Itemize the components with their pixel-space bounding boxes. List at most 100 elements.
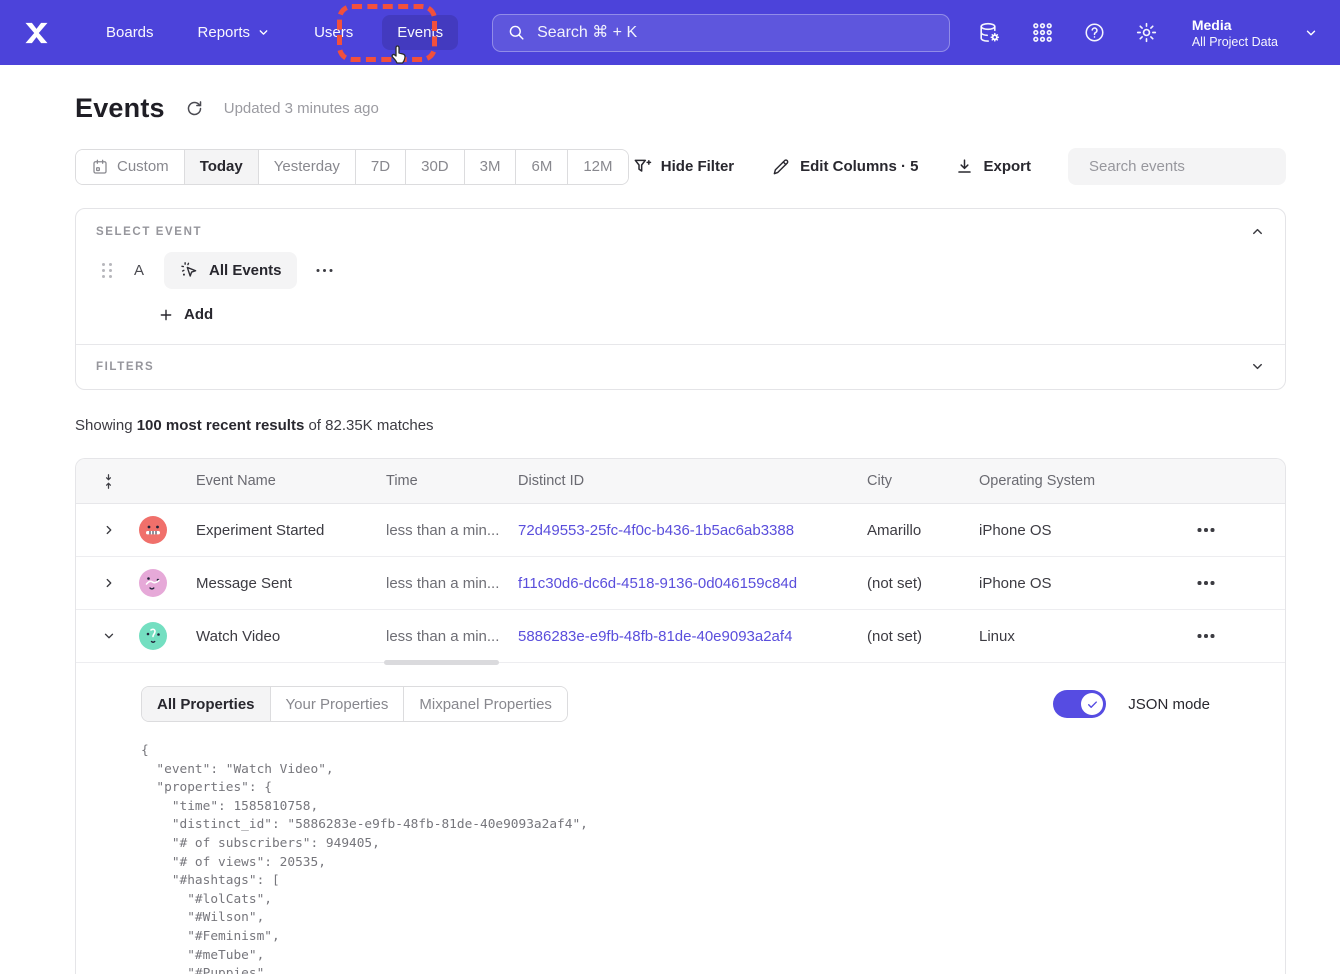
horizontal-scrollbar[interactable] (384, 660, 499, 665)
settings-gear-icon[interactable] (1135, 21, 1158, 44)
nav-item-users[interactable]: Users (299, 15, 368, 50)
hide-filter-button[interactable]: Hide Filter (632, 157, 734, 177)
date-range-label: Custom (117, 158, 169, 175)
plus-icon (158, 307, 174, 323)
primary-nav: Boards Reports Users Events (91, 15, 458, 50)
top-navbar: Boards Reports Users Events (0, 0, 1340, 65)
export-button[interactable]: Export (955, 157, 1031, 176)
main-content: Events Updated 3 minutes ago Custom Toda… (0, 65, 1340, 974)
distinct-id-link[interactable]: 5886283e-e9fb-48fb-81de-40e9093a2af4 (499, 628, 848, 645)
column-header-distinct-id[interactable]: Distinct ID (499, 473, 848, 489)
nav-item-events[interactable]: Events (382, 15, 458, 50)
edit-columns-label: Edit Columns · 5 (800, 158, 918, 175)
tab-mixpanel-properties[interactable]: Mixpanel Properties (404, 687, 567, 721)
table-row: Message Sent less than a min... f11c30d6… (76, 557, 1285, 610)
event-avatar (139, 569, 167, 597)
nav-item-label: Boards (106, 24, 154, 41)
column-header-city[interactable]: City (848, 473, 960, 489)
date-range-3m[interactable]: 3M (465, 150, 517, 184)
event-name-cell: Message Sent (177, 575, 367, 592)
download-icon (955, 157, 974, 176)
filter-icon (632, 157, 652, 177)
date-range-30d[interactable]: 30D (406, 150, 465, 184)
add-event-button[interactable]: Add (158, 306, 1285, 323)
last-updated-text: Updated 3 minutes ago (224, 100, 379, 117)
date-range-12m[interactable]: 12M (568, 150, 627, 184)
column-header-time[interactable]: Time (367, 473, 499, 489)
row-more-options-icon[interactable] (1174, 634, 1285, 638)
table-row: Experiment Started less than a min... 72… (76, 504, 1285, 557)
json-mode-toggle[interactable] (1053, 690, 1106, 718)
expand-row-icon[interactable] (76, 523, 131, 537)
magic-cursor-icon (179, 260, 200, 281)
date-range-6m[interactable]: 6M (516, 150, 568, 184)
collapse-row-icon[interactable] (76, 629, 131, 643)
project-name: Media (1192, 16, 1278, 35)
event-name-cell: Experiment Started (177, 522, 367, 539)
time-cell: less than a min... (367, 575, 499, 592)
event-selection-label: All Events (209, 262, 282, 279)
sort-updown-icon[interactable] (76, 473, 131, 490)
calendar-icon (91, 158, 109, 176)
column-header-event-name[interactable]: Event Name (177, 473, 367, 489)
city-cell: Amarillo (848, 522, 960, 539)
city-cell: (not set) (848, 575, 960, 592)
query-builder-card: SELECT EVENT A All Events Add (75, 208, 1286, 390)
search-icon (507, 23, 526, 42)
date-range-custom[interactable]: Custom (76, 150, 185, 184)
event-more-options-icon[interactable] (319, 265, 331, 277)
select-event-label: SELECT EVENT (96, 226, 202, 238)
project-selector[interactable]: Media All Project Data (1192, 16, 1318, 49)
os-cell: iPhone OS (960, 575, 1174, 592)
nav-item-label: Events (397, 24, 443, 41)
search-events-input[interactable] (1089, 158, 1288, 175)
properties-tabs: All Properties Your Properties Mixpanel … (141, 686, 568, 722)
date-range-yesterday[interactable]: Yesterday (259, 150, 356, 184)
add-label: Add (184, 306, 213, 323)
row-more-options-icon[interactable] (1174, 581, 1285, 585)
apps-grid-icon[interactable] (1031, 21, 1054, 44)
event-selector-button[interactable]: All Events (164, 252, 297, 289)
chevron-down-icon (257, 26, 270, 39)
table-header-row: Event Name Time Distinct ID City Operati… (76, 459, 1285, 504)
nav-item-boards[interactable]: Boards (91, 15, 169, 50)
chevron-down-icon[interactable] (1250, 359, 1265, 374)
date-range-today[interactable]: Today (185, 150, 259, 184)
export-label: Export (983, 158, 1031, 175)
os-cell: Linux (960, 628, 1174, 645)
expand-row-icon[interactable] (76, 576, 131, 590)
date-range-7d[interactable]: 7D (356, 150, 406, 184)
date-range-selector: Custom Today Yesterday 7D 30D 3M 6M 12M (75, 149, 629, 185)
tab-your-properties[interactable]: Your Properties (271, 687, 405, 721)
event-json-content: { "event": "Watch Video", "properties": … (141, 742, 1265, 974)
global-search-input[interactable] (537, 24, 935, 42)
drag-handle[interactable] (102, 263, 113, 279)
global-search (492, 14, 950, 52)
distinct-id-link[interactable]: f11c30d6-dc6d-4518-9136-0d046159c84d (499, 575, 848, 592)
mixpanel-logo-icon[interactable] (24, 22, 49, 44)
help-icon[interactable] (1083, 21, 1106, 44)
project-scope: All Project Data (1192, 35, 1278, 49)
results-summary: Showing 100 most recent results of 82.35… (75, 417, 1286, 434)
page-title: Events (75, 93, 165, 124)
nav-item-label: Users (314, 24, 353, 41)
events-table: Event Name Time Distinct ID City Operati… (75, 458, 1286, 974)
tab-all-properties[interactable]: All Properties (142, 687, 271, 721)
toggle-check-icon (1081, 693, 1103, 715)
nav-item-reports[interactable]: Reports (183, 15, 286, 50)
os-cell: iPhone OS (960, 522, 1174, 539)
table-row-expanded: Watch Video less than a min... 5886283e-… (76, 610, 1285, 663)
edit-columns-button[interactable]: Edit Columns · 5 (771, 157, 918, 177)
refresh-icon[interactable] (185, 99, 204, 118)
distinct-id-link[interactable]: 72d49553-25fc-4f0c-b436-1b5ac6ab3388 (499, 522, 848, 539)
step-letter: A (134, 262, 164, 279)
nav-item-label: Reports (198, 24, 251, 41)
json-mode-label: JSON mode (1128, 696, 1210, 713)
event-detail-panel: All Properties Your Properties Mixpanel … (76, 663, 1285, 974)
time-cell: less than a min... (367, 522, 499, 539)
column-header-os[interactable]: Operating System (960, 473, 1174, 489)
chevron-up-icon[interactable] (1250, 224, 1265, 239)
nav-utilities: Media All Project Data (978, 16, 1318, 49)
data-management-icon[interactable] (978, 21, 1002, 45)
row-more-options-icon[interactable] (1174, 528, 1285, 532)
